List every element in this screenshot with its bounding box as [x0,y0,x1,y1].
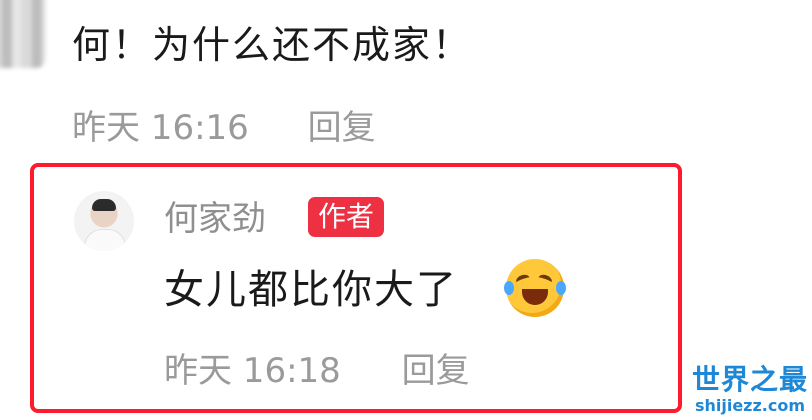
reply-meta: 昨天 16:18 回复 [164,343,470,392]
author-name[interactable]: 何家劲 [164,191,266,240]
avatar-hair [92,199,116,211]
comment-timestamp: 昨天 16:16 [72,108,249,148]
comment-text: 何！为什么还不成家！ [72,23,473,67]
author-reply-highlight: 何家劲 作者 女儿都比你大了 昨天 16:18 回复 [30,163,682,413]
reply-text: 女儿都比你大了 [164,267,458,313]
watermark-title: 世界之最 [691,363,808,396]
comment-meta: 昨天 16:16 回复 [72,100,376,149]
comment-reply-button[interactable]: 回复 [308,108,376,148]
author-avatar[interactable] [74,191,134,251]
rolling-on-floor-laughing-emoji-icon [504,259,566,317]
reply-timestamp: 昨天 16:18 [164,351,341,391]
author-badge: 作者 [308,197,385,237]
comment-thread: 何！为什么还不成家！ 昨天 16:16 回复 何家劲 作者 女儿都比你大了 昨天… [0,0,812,420]
site-watermark: 世界之最 shijiezz.com [690,364,810,416]
reply-reply-button[interactable]: 回复 [402,351,470,391]
avatar-body [84,229,126,251]
watermark-url: shijiezz.com [694,396,806,415]
commenter-avatar[interactable] [0,0,46,68]
